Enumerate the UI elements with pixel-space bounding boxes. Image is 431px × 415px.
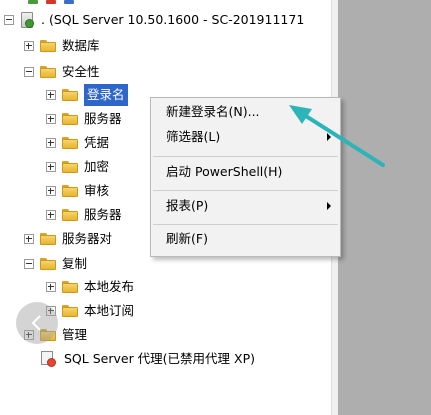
server-label: . (SQL Server 10.50.1600 - SC-201911171 xyxy=(41,12,305,27)
collapse-toggle-icon[interactable] xyxy=(4,15,14,25)
tree-node-security[interactable]: 安全性 xyxy=(24,61,100,83)
tree-label: 加密 xyxy=(84,159,110,174)
tree-label: 数据库 xyxy=(62,38,100,53)
menu-item-label: 新建登录名(N)... xyxy=(166,104,260,119)
folder-icon xyxy=(62,209,78,221)
menu-separator xyxy=(153,190,338,191)
tree-node-server-audit-specs[interactable]: 服务器 xyxy=(46,204,122,226)
tree-node-local-publications[interactable]: 本地发布 xyxy=(46,276,134,298)
folder-icon xyxy=(62,113,78,125)
expand-toggle-icon[interactable] xyxy=(46,138,56,148)
tree-node-logins[interactable]: 登录名 xyxy=(46,84,128,106)
tree-label: 管理 xyxy=(62,327,88,342)
right-pane xyxy=(338,0,431,415)
tree-node-server-objects[interactable]: 服务器对 xyxy=(24,228,112,250)
folder-icon xyxy=(40,258,56,270)
menu-separator xyxy=(153,224,338,225)
menu-item-refresh[interactable]: 刷新(F) xyxy=(151,227,340,251)
menu-separator xyxy=(153,156,338,157)
folder-icon xyxy=(62,89,78,101)
tree-label-selected: 登录名 xyxy=(84,84,128,106)
server-icon xyxy=(20,11,35,29)
tree-node-local-subscriptions[interactable]: 本地订阅 xyxy=(46,300,134,322)
tree-label: 本地发布 xyxy=(84,279,135,294)
menu-item-start-powershell[interactable]: 启动 PowerShell(H) xyxy=(151,160,340,184)
folder-icon xyxy=(62,305,78,317)
tree-node-audits[interactable]: 审核 xyxy=(46,180,109,202)
folder-icon xyxy=(62,137,78,149)
menu-item-label: 报表(P) xyxy=(166,198,209,213)
tree-node-databases[interactable]: 数据库 xyxy=(24,35,100,57)
folder-icon xyxy=(62,161,78,173)
collapse-toggle-icon[interactable] xyxy=(24,259,34,269)
tree-node-replication[interactable]: 复制 xyxy=(24,253,87,275)
folder-icon xyxy=(40,233,56,245)
tree-label: 审核 xyxy=(84,183,110,198)
context-menu: 新建登录名(N)... 筛选器(L) 启动 PowerShell(H) 报表(P… xyxy=(150,97,341,257)
tree-label: 复制 xyxy=(62,256,88,271)
folder-icon xyxy=(62,281,78,293)
menu-item-label: 启动 PowerShell(H) xyxy=(166,164,283,179)
collapse-toggle-icon[interactable] xyxy=(24,67,34,77)
tree-node-sql-agent[interactable]: SQL Server 代理(已禁用代理 XP) xyxy=(40,348,255,370)
menu-item-reports[interactable]: 报表(P) xyxy=(151,194,340,218)
tree-label: 服务器对 xyxy=(62,231,113,246)
folder-icon xyxy=(40,66,56,78)
chevron-left-icon[interactable] xyxy=(16,302,58,344)
expand-toggle-icon[interactable] xyxy=(46,282,56,292)
submenu-arrow-icon xyxy=(327,202,331,210)
expand-toggle-icon[interactable] xyxy=(46,162,56,172)
agent-disabled-icon xyxy=(40,350,56,368)
menu-item-filter[interactable]: 筛选器(L) xyxy=(151,125,340,149)
submenu-arrow-icon xyxy=(327,133,331,141)
tree-label: SQL Server 代理(已禁用代理 XP) xyxy=(64,351,256,366)
tree-node-encryption[interactable]: 加密 xyxy=(46,156,109,178)
folder-icon xyxy=(62,185,78,197)
tree-label: 服务器 xyxy=(84,207,122,222)
expand-toggle-icon[interactable] xyxy=(46,114,56,124)
tree-node-server-roles[interactable]: 服务器 xyxy=(46,108,122,130)
menu-item-new-login[interactable]: 新建登录名(N)... xyxy=(151,100,340,124)
expand-toggle-icon[interactable] xyxy=(46,210,56,220)
tree-node-credentials[interactable]: 凭据 xyxy=(46,132,109,154)
tree-label: 本地订阅 xyxy=(84,303,135,318)
tree-label: 凭据 xyxy=(84,135,110,150)
expand-toggle-icon[interactable] xyxy=(24,234,34,244)
folder-icon xyxy=(40,40,56,52)
expand-toggle-icon[interactable] xyxy=(46,186,56,196)
expand-toggle-icon[interactable] xyxy=(24,41,34,51)
menu-item-label: 刷新(F) xyxy=(166,231,208,246)
tree-label: 安全性 xyxy=(62,64,100,79)
tree-label: 服务器 xyxy=(84,111,122,126)
menu-item-label: 筛选器(L) xyxy=(166,129,221,144)
expand-toggle-icon[interactable] xyxy=(46,90,56,100)
tree-node-server[interactable]: . (SQL Server 10.50.1600 - SC-201911171 xyxy=(4,9,304,31)
